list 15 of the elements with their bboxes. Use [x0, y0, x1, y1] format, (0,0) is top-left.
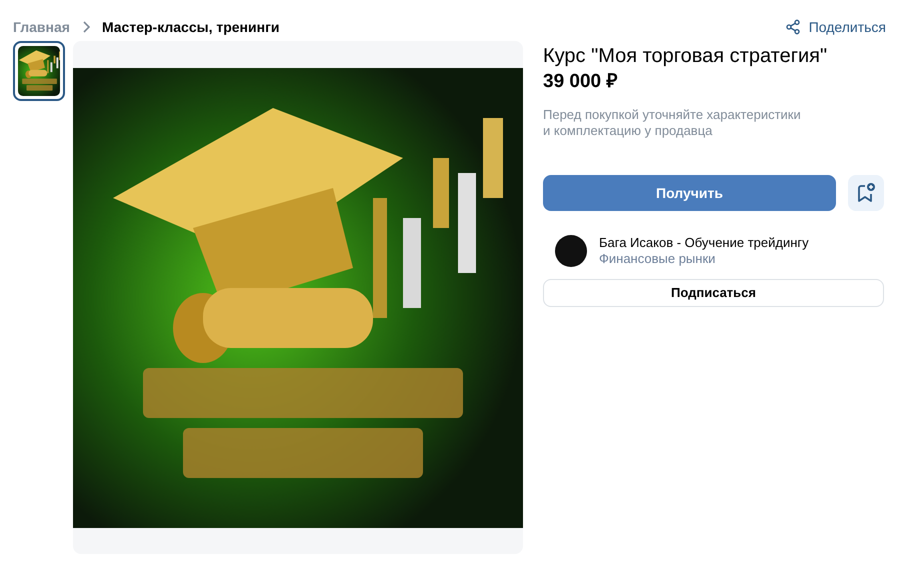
bookmark-button[interactable]	[848, 175, 884, 211]
chevron-icon	[82, 21, 90, 33]
share-icon	[784, 19, 801, 35]
seller-avatar[interactable]	[555, 235, 587, 267]
bookmark-add-icon	[856, 182, 876, 204]
thumbnail[interactable]	[13, 41, 65, 101]
subscribe-button[interactable]: Подписаться	[543, 279, 884, 307]
product-price: 39 000 ₽	[543, 70, 618, 94]
product-title: Курс "Моя торговая стратегия"	[543, 44, 828, 69]
breadcrumb-link[interactable]: Мастер-классы, тренинги	[102, 16, 280, 38]
get-button[interactable]: Получить	[543, 175, 836, 211]
share-button[interactable]: Поделиться	[784, 16, 886, 38]
seller-category: Финансовые рынки	[599, 251, 716, 267]
seller-note: Перед покупкой уточняйте характеристики и комплектацию у продавца	[543, 107, 802, 139]
seller-name[interactable]: Бага Исаков - Обучение трейдингу	[599, 235, 809, 251]
